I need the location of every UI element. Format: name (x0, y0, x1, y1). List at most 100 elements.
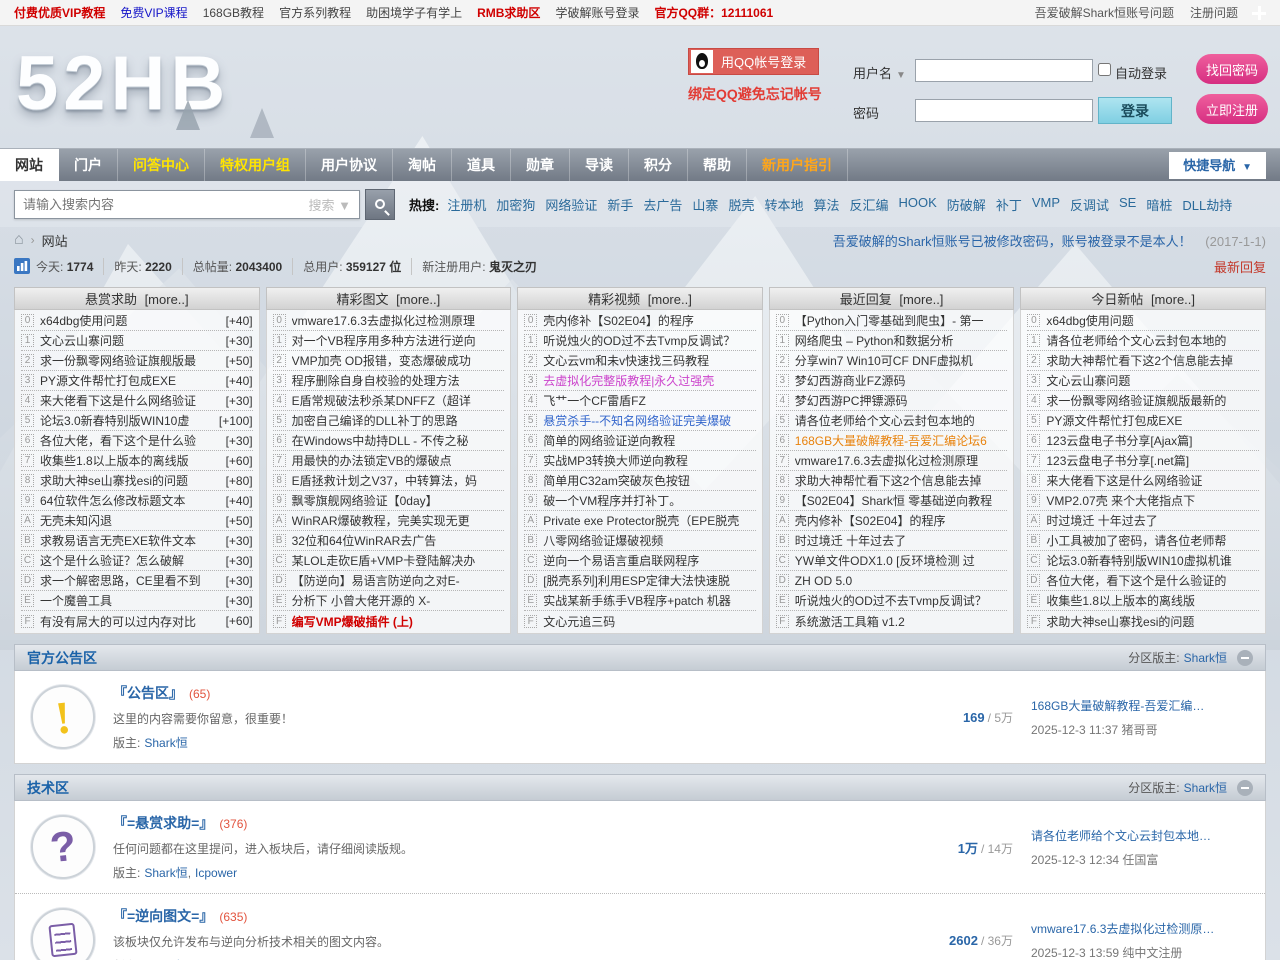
hot-search-link[interactable]: VMP (1032, 195, 1060, 214)
topic-link[interactable]: 逆向一个易语言重启联网程序 (543, 552, 756, 569)
topic-link[interactable]: E盾常规破法秒杀某DNFFZ（超详 (292, 392, 505, 409)
topic-link[interactable]: 求助大神帮忙看下这2个信息能去掉 (1046, 352, 1259, 369)
topic-link[interactable]: 求一份飘零网络验证旗舰版最 (40, 352, 222, 369)
topic-link[interactable]: 请各位老师给个文心云封包本地的 (795, 412, 1008, 429)
latest-reply-link[interactable]: 最新回复 (1214, 257, 1266, 276)
nav-tab-0[interactable]: 网站 (0, 149, 59, 181)
topic-link[interactable]: 去虚拟化完整版教程|永久过强壳 (543, 372, 756, 389)
topic-link[interactable]: 在Windows中劫持DLL - 不传之秘 (292, 432, 505, 449)
topic-link[interactable]: 悬赏杀手--不知名网络验证完美爆破 (543, 412, 756, 429)
column-more-link[interactable]: [more..] (393, 292, 441, 307)
topic-link[interactable]: VMP2.07壳 来个大佬指点下 (1046, 492, 1259, 509)
topic-link[interactable]: PY源文件帮忙打包成EXE (40, 372, 222, 389)
nav-tab-8[interactable]: 导读 (570, 149, 629, 181)
moderator-link[interactable]: Shark恒 (1184, 649, 1227, 666)
topic-link[interactable]: 【防逆向】易语言防逆向之对E- (292, 572, 505, 589)
topic-link[interactable]: 飘零旗舰网络验证【0day】 (292, 492, 505, 509)
topic-link[interactable]: 八零网络验证爆破视频 (543, 532, 756, 549)
topic-link[interactable]: [脱壳系列]利用ESP定律大法快速脱 (543, 572, 756, 589)
topic-link[interactable]: 破一个VM程序并打补丁。 (543, 492, 756, 509)
hot-search-link[interactable]: 补丁 (996, 195, 1022, 214)
topic-link[interactable]: 收集些1.8以上版本的离线版 (40, 452, 222, 469)
login-button[interactable]: 登录 (1098, 97, 1172, 124)
column-more-link[interactable]: [more..] (1147, 292, 1195, 307)
column-more-link[interactable]: [more..] (896, 292, 944, 307)
hot-search-link[interactable]: 反汇编 (849, 195, 888, 214)
hot-search-link[interactable]: 网络验证 (545, 195, 597, 214)
topbar-link[interactable]: 免费VIP课程 (120, 4, 187, 21)
topbar-link[interactable]: 官方系列教程 (279, 4, 351, 21)
topic-link[interactable]: vmware17.6.3去虚拟化过检测原理 (292, 312, 505, 329)
latest-post-link[interactable]: vmware17.6.3去虚拟化过检测原… (1031, 920, 1249, 937)
nav-tab-5[interactable]: 淘帖 (393, 149, 452, 181)
topic-link[interactable]: 求助大神帮忙看下这2个信息能去掉 (795, 472, 1008, 489)
topic-link[interactable]: 壳内修补【S02E04】的程序 (543, 312, 756, 329)
nav-tab-6[interactable]: 道具 (452, 149, 511, 181)
topic-link[interactable]: 用最快的办法锁定VB的爆破点 (292, 452, 505, 469)
nav-tab-3[interactable]: 特权用户组 (205, 149, 306, 181)
search-button[interactable] (365, 189, 395, 220)
hot-search-link[interactable]: 去广告 (643, 195, 682, 214)
topic-link[interactable]: 32位和64位WinRAR去广告 (292, 532, 505, 549)
fullscreen-arrows-icon[interactable] (1252, 6, 1266, 20)
topic-link[interactable]: 求助大神se山寨找esi的问题 (1046, 613, 1259, 630)
topic-link[interactable]: 编写VMP爆破插件 (上) (292, 613, 505, 630)
topbar-link[interactable]: RMB求助区 (477, 4, 540, 21)
latest-post-link[interactable]: 168GB大量破解教程-吾爱汇编… (1031, 697, 1249, 714)
topic-link[interactable]: 168GB大量破解教程-吾爱汇编论坛6 (795, 432, 1008, 449)
hot-search-link[interactable]: 防破解 (947, 195, 986, 214)
question-icon[interactable]: ? (28, 812, 98, 882)
topic-link[interactable]: 梦幻西游商业FZ源码 (795, 372, 1008, 389)
topic-link[interactable]: 123云盘电子书分享[.net篇] (1046, 452, 1259, 469)
username-label[interactable]: 用户名▼ (853, 63, 906, 82)
hot-search-link[interactable]: SE (1119, 195, 1136, 214)
search-input[interactable] (15, 197, 309, 212)
topic-link[interactable]: 壳内修补【S02E04】的程序 (795, 512, 1008, 529)
topic-link[interactable]: 时过境迁 十年过去了 (795, 532, 1008, 549)
forum-link[interactable]: 『=逆向图文=』 (113, 908, 213, 924)
topbar-link[interactable]: 付费优质VIP教程 (14, 4, 105, 21)
nav-tab-7[interactable]: 勋章 (511, 149, 570, 181)
topic-link[interactable]: 文心云山寨问题 (1046, 372, 1259, 389)
topic-link[interactable]: 求一个解密思路，CE里看不到 (40, 572, 222, 589)
auto-login-checkbox[interactable] (1098, 63, 1111, 76)
topbar-link[interactable]: 助困境学子有学上 (366, 4, 462, 21)
topbar-link[interactable]: 官方QQ群：12111061 (654, 4, 773, 21)
topic-link[interactable]: Private exe Protector脱壳（EPE脱壳 (543, 512, 756, 529)
hot-search-link[interactable]: 加密狗 (496, 195, 535, 214)
topic-link[interactable]: ZH OD 5.0 (795, 574, 1008, 588)
topic-link[interactable]: 各位大佬，看下这个是什么验证的 (1046, 572, 1259, 589)
hot-search-link[interactable]: HOOK (899, 195, 937, 214)
collapse-section-button[interactable] (1237, 780, 1253, 796)
topic-link[interactable]: 求一份飘零网络验证旗舰版最新的 (1046, 392, 1259, 409)
topic-link[interactable]: 文心云vm和未v快速找三码教程 (543, 352, 756, 369)
topic-link[interactable]: 实战某新手练手VB程序+patch 机器 (543, 592, 756, 609)
topic-link[interactable]: 听说烛火的OD过不去Tvmp反调试？ (543, 332, 756, 349)
topic-link[interactable]: 123云盘电子书分享[Ajax篇] (1046, 432, 1259, 449)
topic-link[interactable]: PY源文件帮忙打包成EXE (1046, 412, 1259, 429)
column-more-link[interactable]: [more..] (141, 292, 189, 307)
hot-search-link[interactable]: 注册机 (447, 195, 486, 214)
topic-link[interactable]: 来大佬看下这是什么网络验证 (40, 392, 222, 409)
hot-search-link[interactable]: 新手 (607, 195, 633, 214)
find-password-button[interactable]: 找回密码 (1196, 54, 1268, 84)
quick-nav-button[interactable]: 快捷导航 ▼ (1169, 152, 1266, 179)
forum-link[interactable]: 『公告区』 (113, 685, 183, 701)
hot-search-link[interactable]: 山寨 (692, 195, 718, 214)
topic-link[interactable]: vmware17.6.3去虚拟化过检测原理 (795, 452, 1008, 469)
topic-link[interactable]: 分享win7 Win10可CF DNF虚拟机 (795, 352, 1008, 369)
topic-link[interactable]: x64dbg使用问题 (40, 312, 222, 329)
newest-user-link[interactable]: 鬼灭之刃 (489, 260, 537, 274)
topic-link[interactable]: 飞艹一个CF雷盾FZ (543, 392, 756, 409)
register-button[interactable]: 立即注册 (1196, 94, 1268, 124)
topbar-right-link[interactable]: 吾爱破解Shark恒账号问题 (1035, 4, 1174, 21)
topic-link[interactable]: WinRAR爆破教程，完美实现无更 (292, 512, 505, 529)
topic-link[interactable]: 某LOL走砍E盾+VMP卡登陆解决办 (292, 552, 505, 569)
qq-login-button[interactable]: 用QQ帐号登录 (688, 48, 819, 75)
nav-tab-2[interactable]: 问答中心 (118, 149, 205, 181)
topic-link[interactable]: 文心云山寨问题 (40, 332, 222, 349)
home-icon[interactable]: ⌂ (14, 231, 24, 249)
topic-link[interactable]: 对一个VB程序用多种方法进行逆向 (292, 332, 505, 349)
nav-tab-9[interactable]: 积分 (629, 149, 688, 181)
moderator-link[interactable]: Shark恒 (1184, 779, 1227, 796)
